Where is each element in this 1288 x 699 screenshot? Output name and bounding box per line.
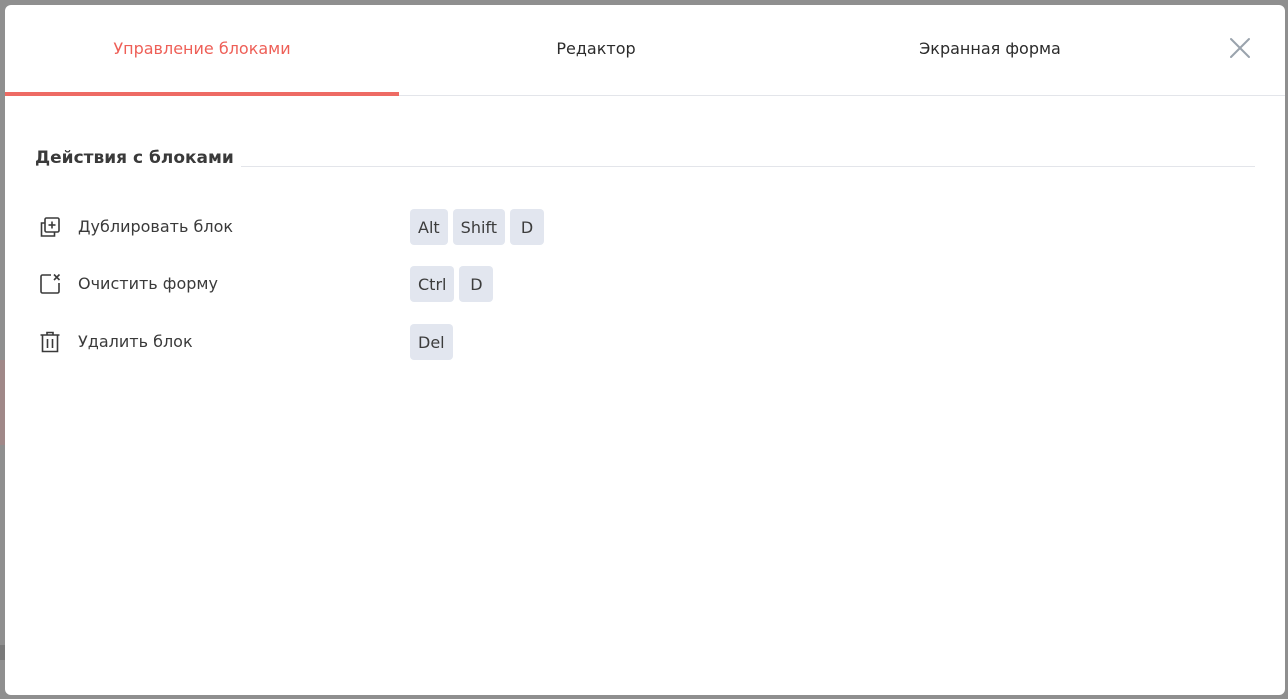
key-badge: Del <box>410 324 453 360</box>
tab-label: Экранная форма <box>919 39 1061 58</box>
tab-bar: Управление блоками Редактор Экранная фор… <box>5 5 1285 96</box>
shortcut-row-duplicate: Дублировать блок Alt Shift D <box>38 209 638 245</box>
section-title: Действия с блоками <box>35 148 234 168</box>
tab-screen-form[interactable]: Экранная форма <box>793 5 1187 95</box>
section-divider <box>241 166 1255 167</box>
shortcut-row-delete: Удалить блок Del <box>38 324 638 360</box>
key-badge: Shift <box>452 209 506 245</box>
tab-editor[interactable]: Редактор <box>399 5 793 95</box>
key-badge: D <box>510 209 545 245</box>
shortcuts-dialog: Управление блоками Редактор Экранная фор… <box>5 5 1285 695</box>
key-badge: Ctrl <box>410 266 455 302</box>
clear-form-icon <box>38 272 62 296</box>
shortcut-label: Дублировать блок <box>78 217 234 236</box>
trash-icon <box>38 330 62 354</box>
tab-block-management[interactable]: Управление блоками <box>5 5 399 96</box>
key-combo: Alt Shift D <box>410 209 545 245</box>
tab-label: Управление блоками <box>113 39 291 58</box>
shortcut-label: Очистить форму <box>78 274 218 293</box>
shortcut-row-clear-form: Очистить форму Ctrl D <box>38 266 638 302</box>
duplicate-icon <box>38 215 62 239</box>
key-combo: Del <box>410 324 453 360</box>
shortcut-label: Удалить блок <box>78 332 193 351</box>
key-combo: Ctrl D <box>410 266 494 302</box>
key-badge: D <box>459 266 494 302</box>
key-badge: Alt <box>410 209 448 245</box>
close-button[interactable] <box>1227 35 1253 61</box>
tab-label: Редактор <box>556 39 636 58</box>
close-icon <box>1230 38 1250 58</box>
